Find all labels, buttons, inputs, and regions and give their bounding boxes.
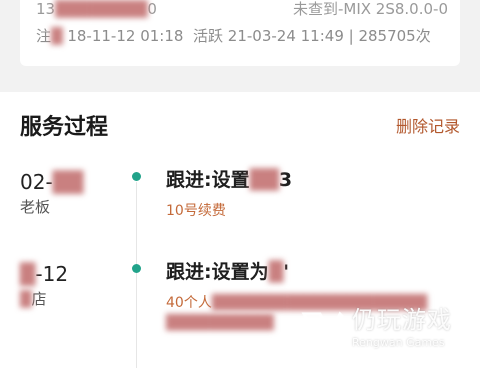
entry-date: █-12 <box>20 262 69 286</box>
device-info: 未查到-MIX 2S8.0.0-0 <box>292 0 448 18</box>
delete-records-button[interactable]: 删除记录 <box>396 116 460 138</box>
entry-note-line2: ██████████ <box>166 315 274 331</box>
registration-activity-line: 注█ 18-11-12 01:18 活跃 21-03-24 11:49 | 28… <box>36 27 431 45</box>
entry-date: 02-██ <box>20 170 84 194</box>
phone-redacted: ████████ <box>55 0 148 18</box>
active-label: 活跃 <box>192 27 223 45</box>
section-title: 服务过程 <box>20 115 109 140</box>
entry-author: 老板 <box>20 198 51 216</box>
timeline-dot <box>132 264 141 273</box>
register-date: 18-11-12 01:18 <box>67 27 184 45</box>
entry-author: █店 <box>20 290 47 308</box>
phone-number: 13████████0 <box>36 0 157 18</box>
watermark-name: 仍玩游戏 <box>352 306 452 334</box>
active-date: 21-03-24 11:49 | 285705次 <box>227 27 431 45</box>
watermark-logo-icon <box>301 311 344 350</box>
entry-note: 10号续费 <box>166 203 226 219</box>
timeline-line <box>136 182 137 368</box>
user-info-card: 13████████0 未查到-MIX 2S8.0.0-0 注█ 18-11-1… <box>20 0 460 66</box>
timeline-dot <box>132 172 141 181</box>
watermark-subtitle: Rengwan Games <box>352 336 445 349</box>
register-label: 注 <box>36 27 52 45</box>
entry-title[interactable]: 跟进:设置██3 <box>166 168 292 192</box>
entry-title[interactable]: 跟进:设置为 █' <box>166 260 289 284</box>
